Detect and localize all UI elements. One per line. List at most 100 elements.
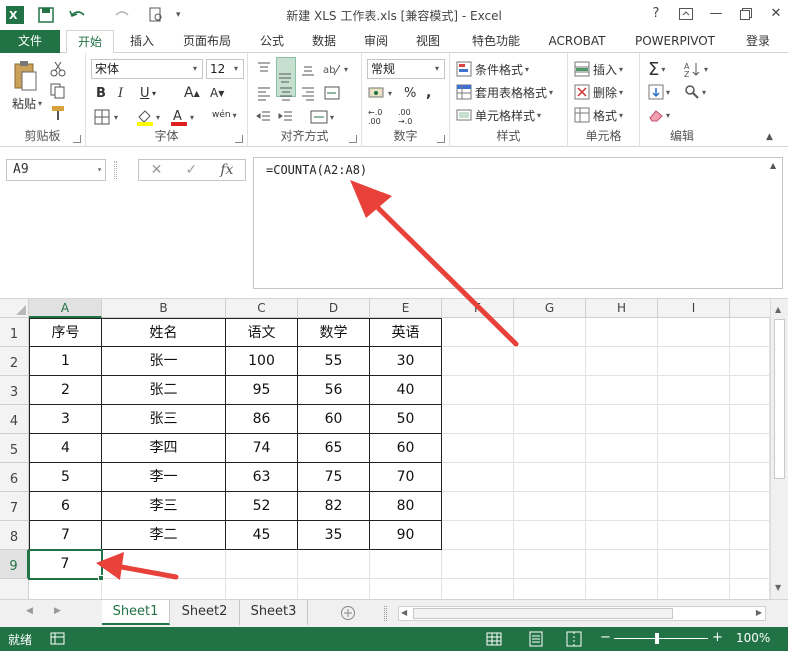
tab-featured[interactable]: 特色功能	[464, 30, 528, 53]
sheet-tab-sheet1[interactable]: Sheet1	[102, 600, 170, 625]
table-cell[interactable]: 7	[29, 521, 102, 550]
empty-cell[interactable]	[586, 347, 658, 376]
tab-powerpivot[interactable]: POWERPIVOT	[630, 30, 720, 53]
column-header-b[interactable]: B	[102, 299, 226, 318]
table-cell[interactable]: 65	[298, 434, 370, 463]
table-cell[interactable]: 35	[298, 521, 370, 550]
empty-cell[interactable]	[586, 521, 658, 550]
borders-icon[interactable]: ▾	[94, 107, 118, 127]
table-cell[interactable]: 95	[226, 376, 298, 405]
empty-cell[interactable]	[442, 434, 514, 463]
underline-options-icon[interactable]: ▾	[152, 83, 156, 103]
table-cell[interactable]: 52	[226, 492, 298, 521]
zoom-slider[interactable]	[614, 638, 708, 639]
table-cell[interactable]: 55	[298, 347, 370, 376]
empty-cell[interactable]	[586, 550, 658, 579]
empty-cell[interactable]	[514, 347, 586, 376]
empty-cell[interactable]	[658, 550, 730, 579]
close-button[interactable]: ✕	[764, 4, 788, 24]
sort-filter-icon[interactable]: A Z ▾	[684, 59, 708, 79]
table-cell[interactable]: 86	[226, 405, 298, 434]
empty-cell[interactable]	[102, 579, 226, 599]
table-cell[interactable]: 50	[370, 405, 442, 434]
empty-cell[interactable]	[658, 405, 730, 434]
name-box[interactable]: A9 ▾	[6, 159, 106, 181]
format-painter-icon[interactable]	[50, 103, 66, 123]
table-cell[interactable]: 40	[370, 376, 442, 405]
table-cell[interactable]: 李四	[102, 434, 226, 463]
collapse-formula-bar-icon[interactable]: ▲	[770, 161, 776, 170]
empty-cell[interactable]	[442, 318, 514, 347]
cell-styles-button[interactable]: 单元格样式 ▾	[456, 105, 541, 125]
tab-page-layout[interactable]: 页面布局	[176, 30, 238, 53]
zoom-in-icon[interactable]: +	[712, 630, 723, 645]
empty-cell[interactable]	[658, 318, 730, 347]
phonetic-guide-icon[interactable]: wén ▾	[212, 105, 237, 125]
row-header-6[interactable]: 6	[0, 463, 29, 492]
empty-cell[interactable]	[658, 579, 730, 599]
enter-icon[interactable]: ✓	[185, 162, 197, 178]
paste-icon[interactable]	[12, 59, 38, 93]
empty-cell[interactable]	[514, 550, 586, 579]
italic-button[interactable]: I	[118, 83, 123, 103]
row-header-8[interactable]: 8	[0, 521, 29, 550]
row-header-7[interactable]: 7	[0, 492, 29, 521]
scroll-left-icon[interactable]: ◀	[401, 608, 407, 617]
table-cell[interactable]: 60	[370, 434, 442, 463]
copy-icon[interactable]	[50, 81, 66, 101]
scroll-down-icon[interactable]: ▼	[775, 583, 781, 592]
table-cell[interactable]: 6	[29, 492, 102, 521]
table-cell[interactable]: 李一	[102, 463, 226, 492]
help-button[interactable]: ?	[644, 4, 668, 24]
table-cell[interactable]: 4	[29, 434, 102, 463]
empty-cell[interactable]	[370, 579, 442, 599]
vertical-scrollbar[interactable]: ▲ ▼	[770, 299, 788, 599]
table-header-cell[interactable]: 姓名	[102, 318, 226, 347]
empty-cell[interactable]	[226, 579, 298, 599]
empty-cell[interactable]	[370, 550, 442, 579]
scroll-right-icon[interactable]: ▶	[756, 608, 762, 617]
zoom-slider-thumb[interactable]	[655, 633, 659, 644]
empty-cell[interactable]	[514, 405, 586, 434]
row-header-5[interactable]: 5	[0, 434, 29, 463]
clipboard-launcher-icon[interactable]	[73, 135, 81, 143]
empty-cell[interactable]	[442, 405, 514, 434]
select-all-corner[interactable]	[0, 299, 29, 318]
column-header-e[interactable]: E	[370, 299, 442, 318]
empty-cell[interactable]	[730, 492, 770, 521]
format-cells-button[interactable]: 格式 ▾	[574, 105, 623, 125]
zoom-level[interactable]: 100%	[736, 631, 770, 645]
row-header-1[interactable]: 1	[0, 318, 29, 347]
empty-cell[interactable]	[514, 463, 586, 492]
tab-formulas[interactable]: 公式	[254, 30, 290, 53]
increase-indent-icon[interactable]	[278, 107, 294, 127]
conditional-formatting-button[interactable]: 条件格式 ▾	[456, 59, 529, 79]
underline-button[interactable]: U	[140, 83, 150, 103]
empty-cell[interactable]	[102, 550, 226, 579]
column-header-c[interactable]: C	[226, 299, 298, 318]
cut-icon[interactable]	[50, 59, 66, 79]
tab-insert[interactable]: 插入	[122, 30, 162, 53]
column-header-f[interactable]: F	[442, 299, 514, 318]
tab-home[interactable]: 开始	[66, 30, 114, 54]
font-color-icon[interactable]: A ▾	[170, 107, 194, 127]
column-header-d[interactable]: D	[298, 299, 370, 318]
collapse-ribbon-icon[interactable]: ▲	[766, 127, 773, 147]
tab-acrobat[interactable]: ACROBAT	[544, 30, 610, 53]
decrease-decimal-icon[interactable]: .00 →.0	[398, 107, 412, 127]
table-cell[interactable]: 5	[29, 463, 102, 492]
align-left-icon[interactable]	[256, 83, 272, 103]
normal-view-icon[interactable]	[486, 631, 502, 650]
table-header-cell[interactable]: 序号	[29, 318, 102, 347]
align-bottom-icon[interactable]	[300, 59, 316, 79]
macro-record-icon[interactable]	[50, 631, 66, 650]
paste-button[interactable]: 粘贴 ▾	[12, 93, 42, 113]
page-layout-view-icon[interactable]	[528, 631, 544, 650]
restore-icon[interactable]	[734, 4, 758, 24]
empty-cell[interactable]	[658, 492, 730, 521]
shrink-font-button[interactable]: A ▼	[210, 83, 224, 103]
empty-cell[interactable]	[658, 434, 730, 463]
empty-cell[interactable]	[442, 492, 514, 521]
empty-cell[interactable]	[586, 405, 658, 434]
empty-cell[interactable]	[730, 579, 770, 599]
